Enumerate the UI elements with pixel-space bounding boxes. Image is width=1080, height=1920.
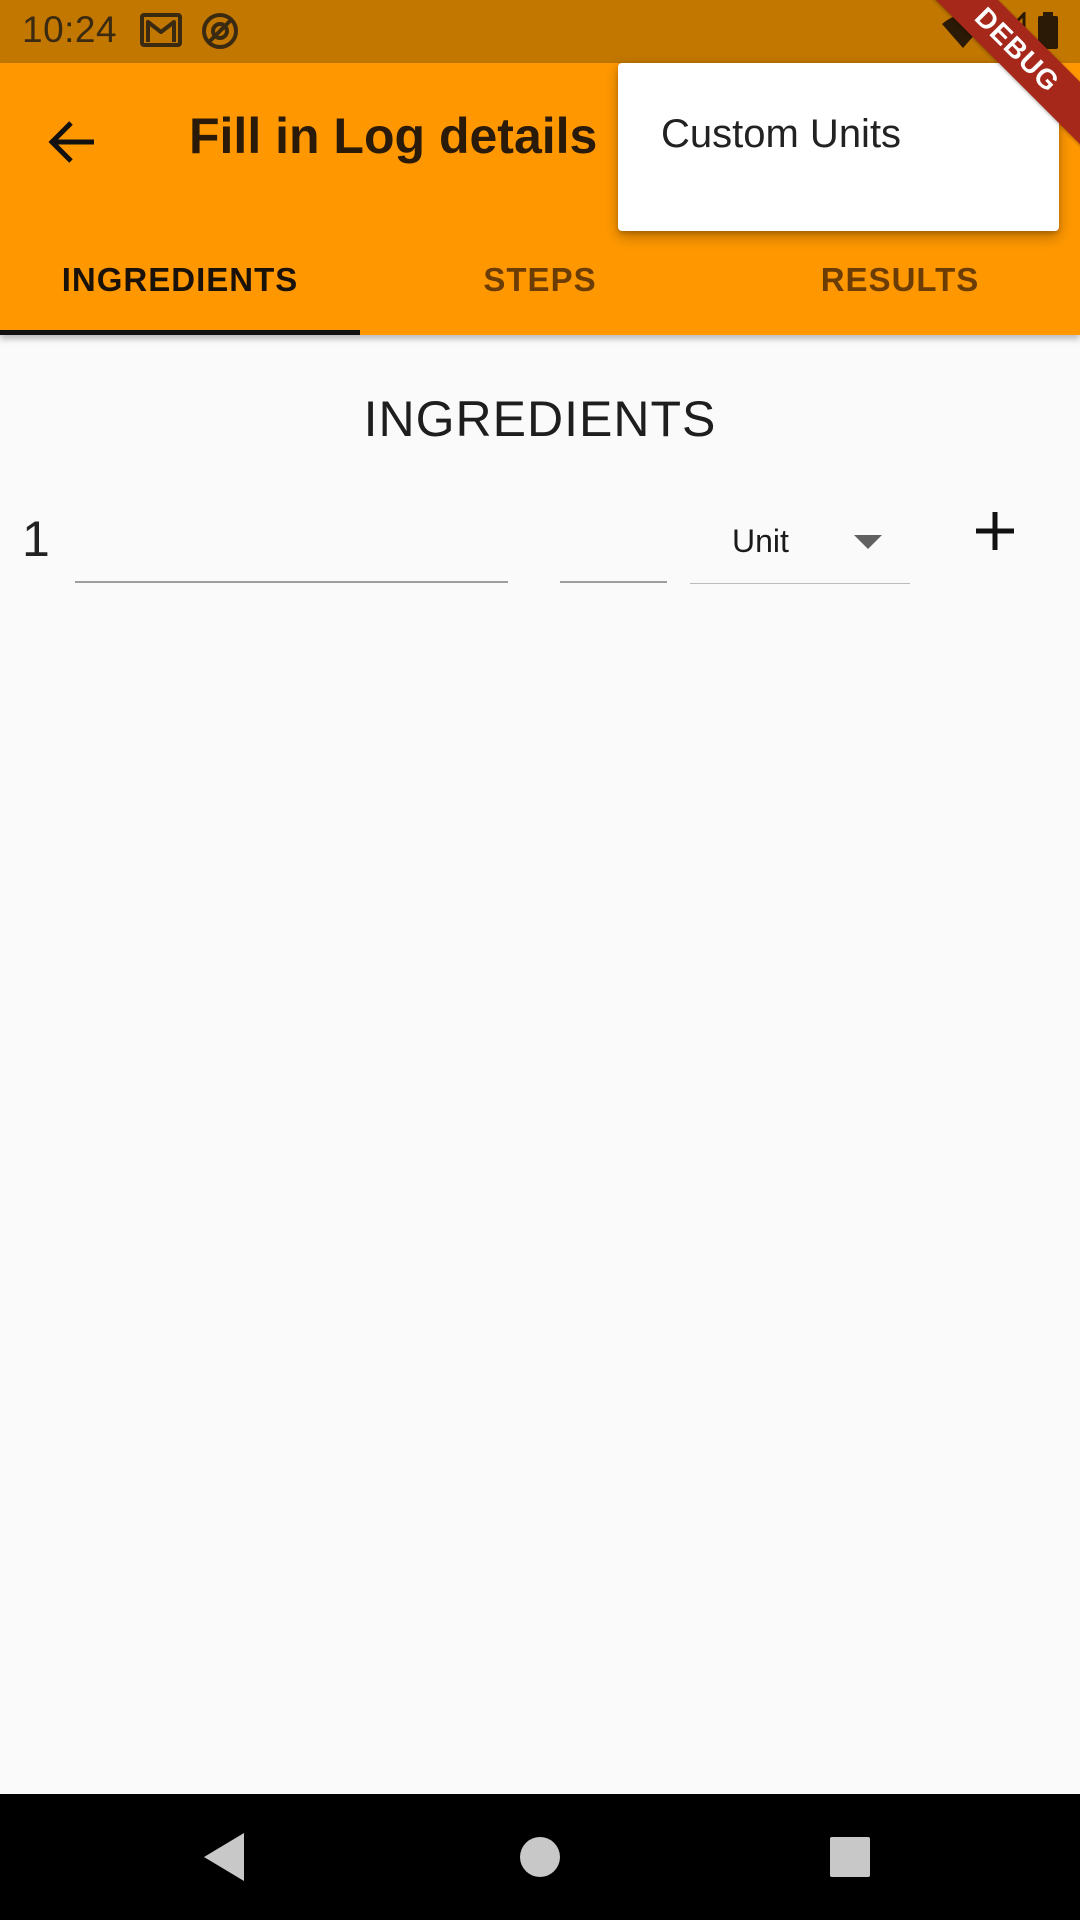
gmail-icon	[140, 12, 182, 53]
screen: 10:24 Fill in Log details INGREDIENTS ST…	[0, 0, 1080, 1920]
at-sync-icon	[200, 11, 240, 56]
add-ingredient-button[interactable]	[960, 496, 1030, 566]
tab-steps[interactable]: STEPS	[360, 225, 720, 335]
tab-ingredients-label: INGREDIENTS	[61, 261, 299, 298]
page-title: Fill in Log details	[189, 108, 598, 164]
plus-icon	[976, 512, 1014, 550]
nav-back-icon	[204, 1833, 244, 1881]
status-time: 10:24	[22, 9, 118, 50]
nav-recents-button[interactable]	[820, 1827, 880, 1887]
unit-dropdown[interactable]: Unit	[690, 505, 910, 584]
ingredient-name-field[interactable]	[75, 505, 508, 583]
section-heading: INGREDIENTS	[363, 391, 717, 447]
ingredient-amount-field[interactable]	[560, 505, 667, 583]
menu-item-custom-units[interactable]: Custom Units	[618, 103, 1059, 165]
menu-item-custom-units-label: Custom Units	[661, 111, 902, 156]
nav-home-icon	[520, 1837, 560, 1877]
tab-indicator	[0, 330, 360, 335]
arrow-back-icon	[48, 121, 94, 163]
nav-recents-icon	[830, 1837, 870, 1877]
nav-back-button[interactable]	[196, 1827, 256, 1887]
nav-bar	[0, 1794, 1080, 1920]
status-bar: 10:24	[0, 0, 1080, 63]
back-button[interactable]	[36, 105, 110, 179]
tab-steps-label: STEPS	[483, 261, 597, 298]
popup-menu: Custom Units	[618, 63, 1059, 231]
tab-ingredients[interactable]: INGREDIENTS	[0, 225, 360, 335]
tab-results-label: RESULTS	[820, 261, 980, 298]
ingredient-row-index: 1	[22, 511, 50, 567]
tab-results[interactable]: RESULTS	[720, 225, 1080, 335]
dropdown-arrow-icon	[854, 535, 882, 556]
unit-dropdown-label: Unit	[732, 523, 789, 559]
nav-home-button[interactable]	[510, 1827, 570, 1887]
